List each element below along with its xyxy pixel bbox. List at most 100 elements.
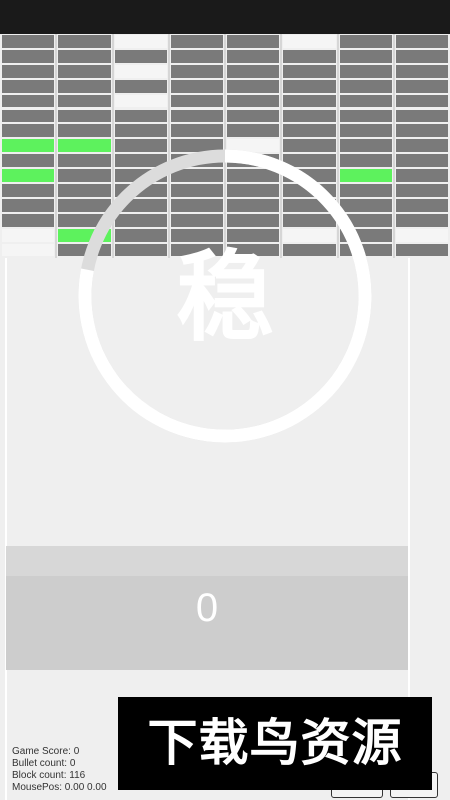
target-block-green bbox=[2, 139, 55, 153]
block-gray bbox=[283, 124, 336, 138]
block-gray bbox=[58, 124, 111, 138]
block-gray bbox=[58, 64, 111, 78]
debug-bullet-count: Bullet count: 0 bbox=[12, 758, 76, 769]
block-gray bbox=[2, 154, 55, 168]
block-gray bbox=[339, 213, 392, 227]
block-gray bbox=[227, 35, 280, 48]
column-separator bbox=[167, 34, 170, 258]
block-gray bbox=[283, 49, 336, 63]
block-gray bbox=[395, 124, 448, 138]
score-value: 0 bbox=[195, 586, 219, 630]
block-gray bbox=[170, 169, 223, 182]
block-gray bbox=[283, 79, 336, 93]
block-gray bbox=[395, 79, 448, 93]
block-gray bbox=[114, 154, 167, 168]
block-gray bbox=[339, 228, 392, 242]
block-gray bbox=[395, 109, 448, 123]
block-gray bbox=[58, 169, 111, 182]
block-gray bbox=[114, 49, 167, 63]
block-gray bbox=[227, 79, 280, 93]
block-gray bbox=[395, 243, 448, 257]
block-gray bbox=[227, 154, 280, 168]
block-gray bbox=[2, 79, 55, 93]
block-gray bbox=[58, 154, 111, 168]
block-gray bbox=[395, 169, 448, 182]
column-separator bbox=[55, 34, 58, 258]
block-gray bbox=[2, 35, 55, 48]
block-gray bbox=[2, 49, 55, 63]
block-gray bbox=[283, 64, 336, 78]
block-gray bbox=[339, 184, 392, 197]
block-gray bbox=[2, 64, 55, 78]
block-gray bbox=[114, 124, 167, 138]
column-separator bbox=[111, 34, 114, 258]
block-gray bbox=[170, 139, 223, 153]
block-gray bbox=[227, 64, 280, 78]
block-gray bbox=[58, 79, 111, 93]
score-band: 0 bbox=[6, 546, 408, 670]
block-gray bbox=[2, 184, 55, 197]
block-white bbox=[395, 228, 448, 242]
block-gray bbox=[227, 109, 280, 123]
block-gray bbox=[114, 184, 167, 197]
game-area[interactable]: 稳 0 Game Score: 0 Bullet count: 0 Block … bbox=[0, 0, 450, 800]
block-gray bbox=[2, 94, 55, 108]
block-gray bbox=[58, 49, 111, 63]
block-gray bbox=[2, 213, 55, 227]
block-gray bbox=[58, 213, 111, 227]
debug-block-count: Block count: 116 bbox=[12, 770, 86, 781]
block-gray bbox=[58, 198, 111, 212]
target-block-green bbox=[2, 169, 55, 182]
block-gray bbox=[2, 109, 55, 123]
block-gray bbox=[170, 154, 223, 168]
block-white bbox=[114, 35, 167, 48]
block-gray bbox=[170, 94, 223, 108]
block-gray bbox=[227, 49, 280, 63]
block-gray bbox=[58, 184, 111, 197]
block-gray bbox=[170, 109, 223, 123]
block-gray bbox=[2, 124, 55, 138]
block-gray bbox=[170, 198, 223, 212]
block-gray bbox=[2, 198, 55, 212]
block-gray bbox=[227, 169, 280, 182]
block-gray bbox=[339, 154, 392, 168]
debug-game-score: Game Score: 0 bbox=[12, 746, 80, 757]
debug-overlay: Game Score: 0 Bullet count: 0 Block coun… bbox=[12, 746, 107, 794]
block-gray bbox=[114, 79, 167, 93]
block-gray bbox=[170, 35, 223, 48]
block-gray bbox=[170, 64, 223, 78]
block-gray bbox=[395, 94, 448, 108]
column-separator bbox=[392, 34, 395, 258]
block-gray bbox=[283, 184, 336, 197]
status-bar bbox=[0, 0, 450, 34]
block-gray bbox=[339, 198, 392, 212]
block-gray bbox=[170, 184, 223, 197]
block-gray bbox=[114, 213, 167, 227]
block-gray bbox=[395, 154, 448, 168]
block-gray bbox=[395, 64, 448, 78]
block-gray bbox=[395, 139, 448, 153]
block-gray bbox=[58, 109, 111, 123]
block-grid bbox=[0, 0, 450, 258]
block-gray bbox=[339, 243, 392, 257]
block-gray bbox=[170, 213, 223, 227]
column-separator bbox=[224, 34, 226, 258]
block-gray bbox=[395, 213, 448, 227]
block-gray bbox=[283, 169, 336, 182]
target-block-green bbox=[339, 169, 392, 182]
block-gray bbox=[170, 49, 223, 63]
block-gray bbox=[339, 49, 392, 63]
block-gray bbox=[227, 124, 280, 138]
block-white bbox=[2, 228, 55, 242]
block-gray bbox=[58, 35, 111, 48]
block-gray bbox=[283, 198, 336, 212]
block-gray bbox=[395, 35, 448, 48]
block-white bbox=[283, 35, 336, 48]
block-gray bbox=[227, 198, 280, 212]
block-gray bbox=[339, 139, 392, 153]
block-gray bbox=[339, 64, 392, 78]
block-white bbox=[114, 64, 167, 78]
debug-mouse-pos: MousePos: 0.00 0.00 bbox=[12, 782, 107, 793]
block-gray bbox=[283, 109, 336, 123]
block-gray bbox=[339, 79, 392, 93]
